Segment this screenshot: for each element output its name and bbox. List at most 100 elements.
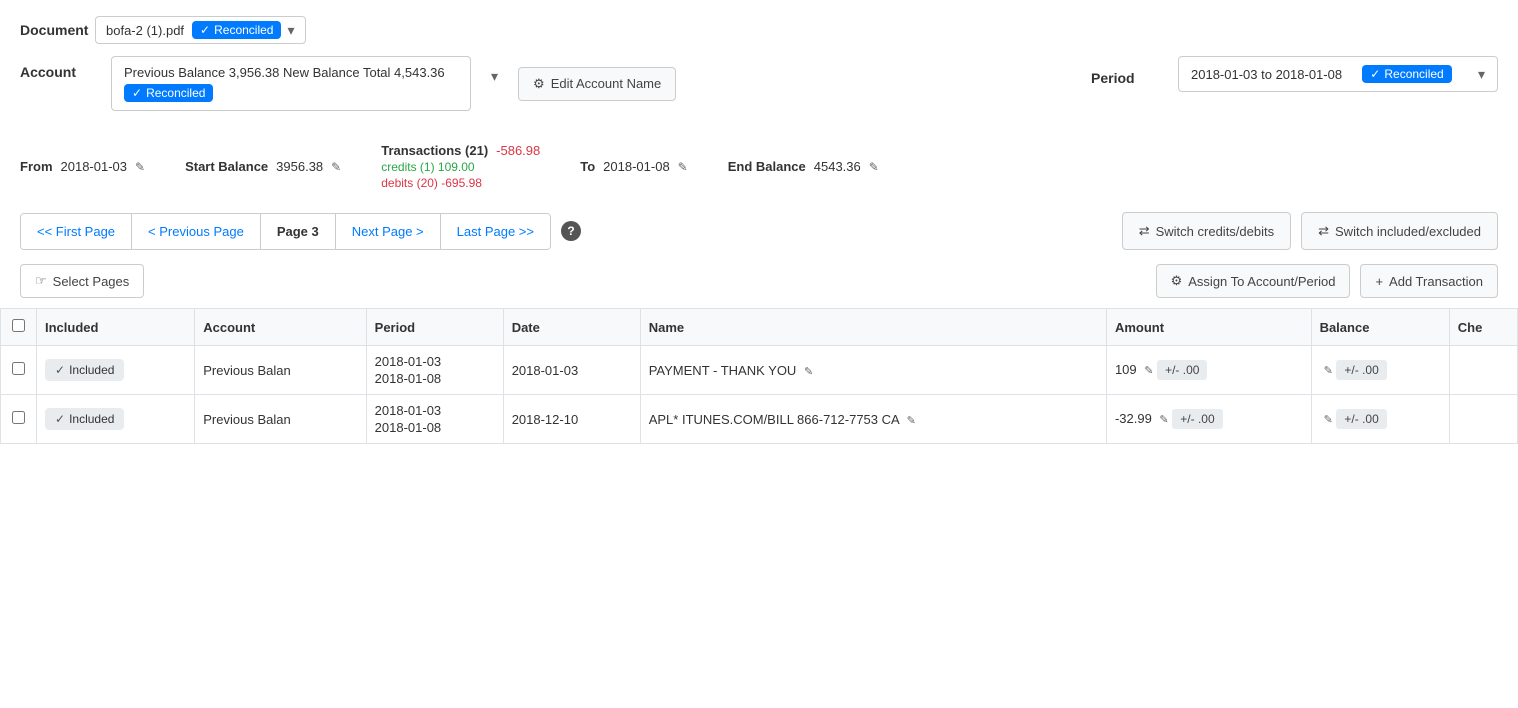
period-section: Period 2018-01-03 to 2018-01-08 Reconcil… [1091, 56, 1498, 92]
help-icon[interactable]: ? [561, 221, 581, 241]
current-page-button: Page 3 [261, 214, 336, 249]
edit-account-name-button[interactable]: ⚙ Edit Account Name [518, 67, 676, 101]
period-range: 2018-01-03 to 2018-01-08 [1191, 67, 1342, 82]
next-page-button[interactable]: Next Page > [336, 214, 441, 249]
document-badge: bofa-2 (1).pdf Reconciled ▾ [95, 16, 306, 44]
balance-adjust-btn-0[interactable]: +/- .00 [1336, 360, 1386, 380]
switch-credits-debits-button[interactable]: ⇄ Switch credits/debits [1122, 212, 1291, 250]
account-box: Previous Balance 3,956.38 New Balance To… [111, 56, 471, 111]
select-all-checkbox[interactable] [12, 319, 25, 332]
document-label: Document [20, 22, 95, 38]
assign-to-account-period-button[interactable]: ⚙ Assign To Account/Period [1156, 264, 1351, 298]
to-edit-icon[interactable]: ✎ [678, 160, 688, 174]
add-transaction-label: Add Transaction [1389, 274, 1483, 289]
pagination-controls: << First Page < Previous Page Page 3 Nex… [20, 213, 551, 250]
from-edit-icon[interactable]: ✎ [135, 160, 145, 174]
row-account-1: Previous Balan [195, 395, 366, 444]
name-edit-icon-0[interactable]: ✎ [804, 366, 813, 378]
end-balance-value: 4543.36 [814, 159, 861, 174]
row-included-0: Included [37, 346, 195, 395]
row-period-0: 2018-01-03 2018-01-08 [366, 346, 503, 395]
row-included-1: Included [37, 395, 195, 444]
period-dropdown-arrow[interactable]: ▾ [1478, 66, 1485, 83]
row-che-1 [1449, 395, 1517, 444]
add-transaction-button[interactable]: + Add Transaction [1360, 264, 1498, 298]
select-pages-icon: ☞ [35, 273, 47, 289]
stats-section: From 2018-01-03 ✎ Start Balance 3956.38 … [0, 133, 1518, 204]
transactions-table-container: Included Account Period Date Name Amount… [0, 308, 1518, 444]
select-pages-button[interactable]: ☞ Select Pages [20, 264, 144, 298]
row-balance-1: ✎ +/- .00 [1311, 395, 1449, 444]
transactions-table: Included Account Period Date Name Amount… [0, 308, 1518, 444]
transactions-total: -586.98 [496, 143, 540, 158]
account-description: Previous Balance 3,956.38 New Balance To… [124, 65, 458, 80]
account-reconciled-badge: Reconciled [124, 84, 213, 102]
from-value: 2018-01-03 [61, 159, 128, 174]
start-balance-edit-icon[interactable]: ✎ [331, 160, 341, 174]
header-checkbox-cell [1, 309, 37, 346]
switch-included-excluded-label: Switch included/excluded [1335, 224, 1481, 239]
amount-adjust-btn-0[interactable]: +/- .00 [1157, 360, 1207, 380]
switch-included-excluded-button[interactable]: ⇄ Switch included/excluded [1301, 212, 1498, 250]
from-label: From [20, 159, 53, 174]
select-pages-label: Select Pages [53, 274, 130, 289]
start-balance-label: Start Balance [185, 159, 268, 174]
amount-edit-icon-1[interactable]: ✎ [1159, 414, 1168, 426]
balance-edit-icon-0[interactable]: ✎ [1324, 365, 1333, 377]
row-checkbox-0[interactable] [12, 362, 25, 375]
included-badge-1[interactable]: Included [45, 408, 124, 430]
row-checkbox-cell-1 [1, 395, 37, 444]
first-page-button[interactable]: << First Page [21, 214, 132, 249]
row-period-1: 2018-01-03 2018-01-08 [366, 395, 503, 444]
included-badge-0[interactable]: Included [45, 359, 124, 381]
action-buttons-right: ⇄ Switch credits/debits ⇄ Switch include… [1122, 212, 1498, 250]
switch-icon: ⇄ [1139, 223, 1150, 239]
switch-included-icon: ⇄ [1318, 223, 1329, 239]
switch-credits-debits-label: Switch credits/debits [1156, 224, 1275, 239]
header-account: Account [195, 309, 366, 346]
row-checkbox-cell-0 [1, 346, 37, 395]
row-account-0: Previous Balan [195, 346, 366, 395]
account-label: Account [20, 56, 95, 80]
header-date: Date [503, 309, 640, 346]
period-box: 2018-01-03 to 2018-01-08 Reconciled ▾ [1178, 56, 1498, 92]
period-label: Period [1091, 62, 1166, 86]
to-label: To [580, 159, 595, 174]
balance-adjust-btn-1[interactable]: +/- .00 [1336, 409, 1386, 429]
name-edit-icon-1[interactable]: ✎ [907, 415, 916, 427]
assign-gear-icon: ⚙ [1171, 273, 1183, 289]
row-date-1: 2018-12-10 [503, 395, 640, 444]
debits-label: debits (20) -695.98 [381, 176, 482, 190]
row-name-0: PAYMENT - THANK YOU ✎ [640, 346, 1106, 395]
header-name: Name [640, 309, 1106, 346]
account-dropdown-arrow[interactable]: ▾ [487, 64, 502, 89]
table-row: Included Previous Balan 2018-01-03 2018-… [1, 395, 1518, 444]
assign-label: Assign To Account/Period [1188, 274, 1335, 289]
header-amount: Amount [1106, 309, 1311, 346]
to-value: 2018-01-08 [603, 159, 670, 174]
table-row: Included Previous Balan 2018-01-03 2018-… [1, 346, 1518, 395]
row-checkbox-1[interactable] [12, 411, 25, 424]
document-dropdown-arrow[interactable]: ▾ [287, 22, 294, 39]
pagination-section: << First Page < Previous Page Page 3 Nex… [0, 204, 1518, 258]
document-reconciled-badge: Reconciled [192, 21, 281, 39]
row-che-0 [1449, 346, 1517, 395]
header-included: Included [37, 309, 195, 346]
document-filename: bofa-2 (1).pdf [106, 23, 184, 38]
add-icon: + [1375, 274, 1383, 289]
prev-page-button[interactable]: < Previous Page [132, 214, 261, 249]
period-reconciled-badge: Reconciled [1362, 65, 1451, 83]
end-balance-label: End Balance [728, 159, 806, 174]
gear-icon: ⚙ [533, 76, 545, 92]
header-period: Period [366, 309, 503, 346]
balance-edit-icon-1[interactable]: ✎ [1324, 414, 1333, 426]
last-page-button[interactable]: Last Page >> [441, 214, 550, 249]
header-balance: Balance [1311, 309, 1449, 346]
credits-label: credits (1) 109.00 [381, 160, 474, 174]
row-balance-0: ✎ +/- .00 [1311, 346, 1449, 395]
amount-adjust-btn-1[interactable]: +/- .00 [1172, 409, 1222, 429]
transactions-block: Transactions (21) -586.98 credits (1) 10… [381, 143, 540, 190]
end-balance-edit-icon[interactable]: ✎ [869, 160, 879, 174]
amount-edit-icon-0[interactable]: ✎ [1144, 365, 1153, 377]
row-amount-0: 109 ✎ +/- .00 [1106, 346, 1311, 395]
